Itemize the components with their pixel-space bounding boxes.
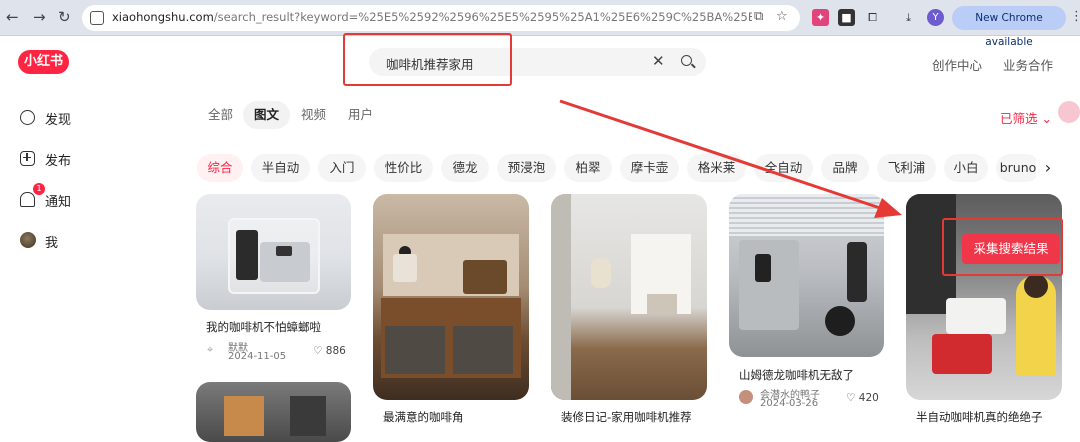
collect-search-results-button[interactable]: 采集搜索结果: [962, 234, 1060, 264]
annotation-arrow: [559, 99, 902, 218]
